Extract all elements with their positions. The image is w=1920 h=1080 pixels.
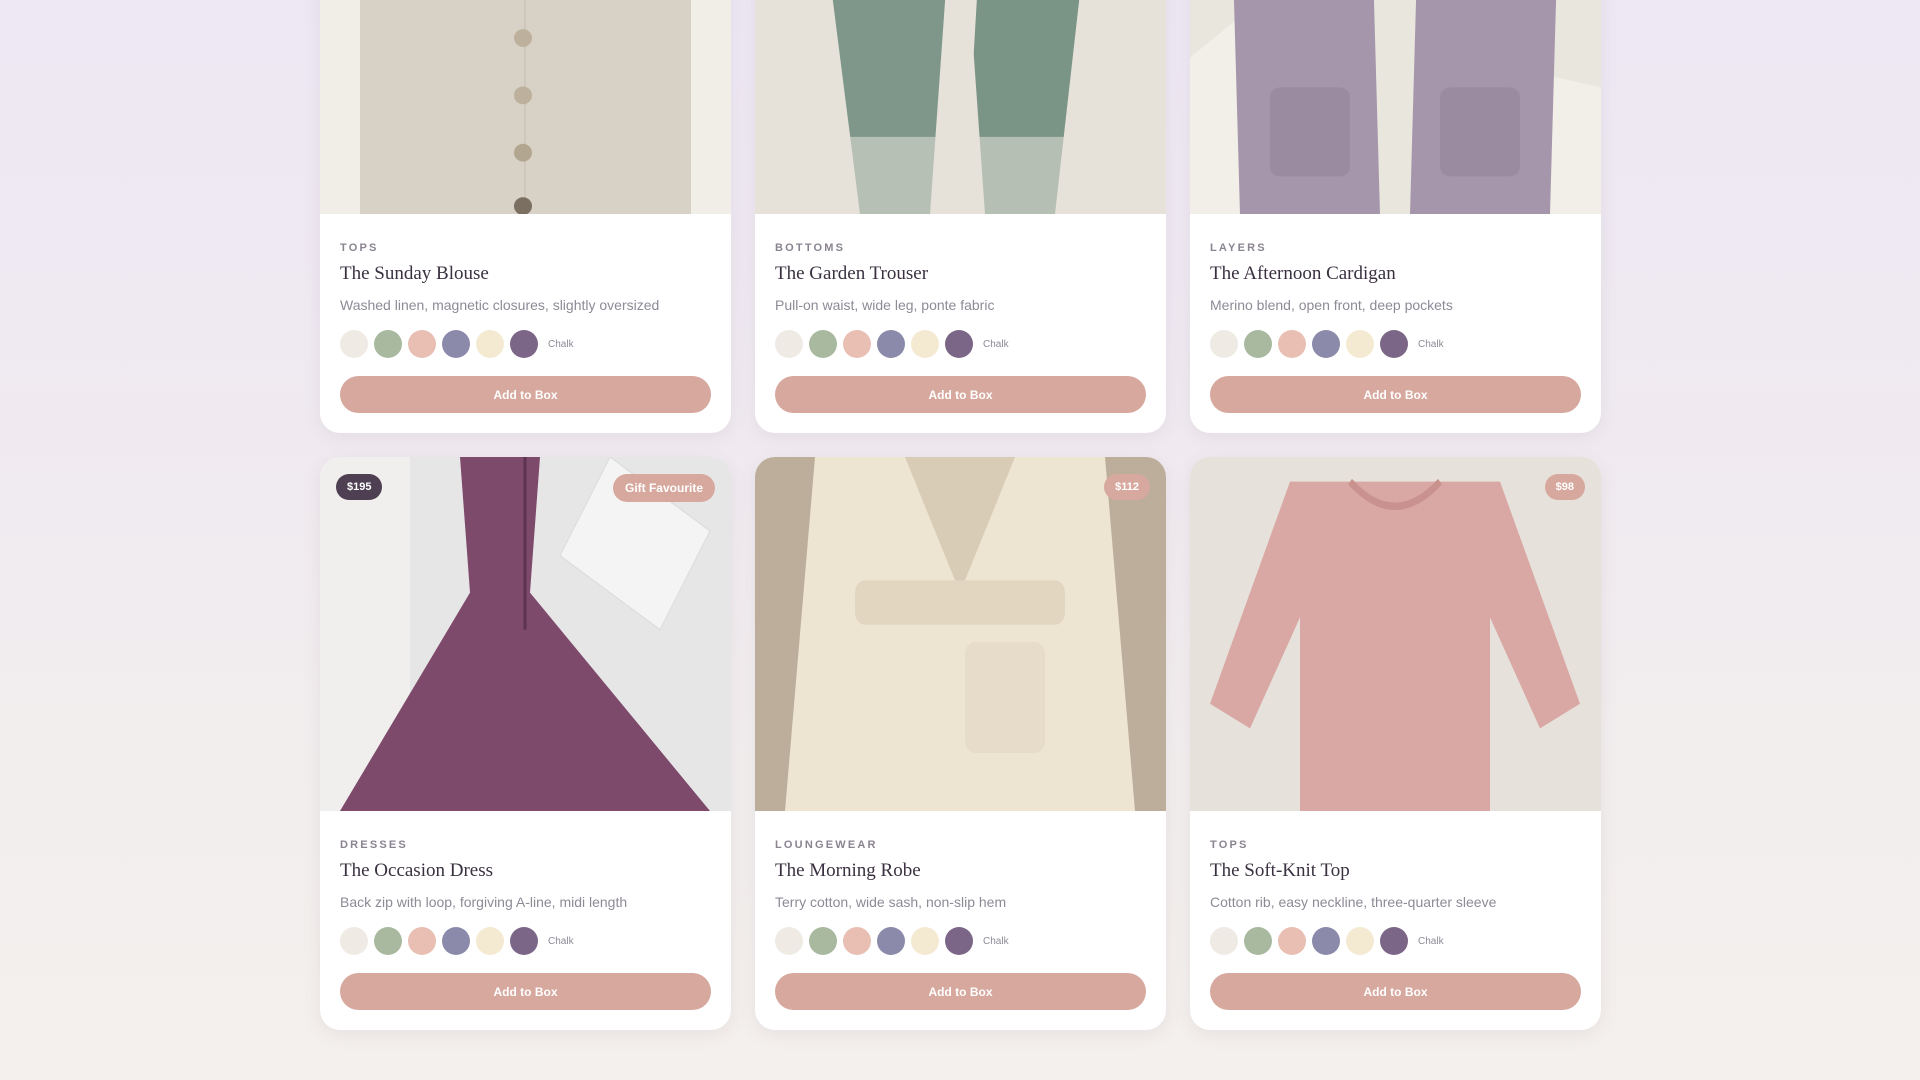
product-title[interactable]: The Soft-Knit Top [1210,860,1581,882]
product-description: Cotton rib, easy neckline, three-quarter… [1210,894,1497,910]
swatch-blush[interactable] [843,330,871,358]
swatch-chalk[interactable] [340,927,368,955]
swatch-blush[interactable] [843,927,871,955]
product-title[interactable]: The Sunday Blouse [340,263,711,285]
swatch-plum[interactable] [510,330,538,358]
add-to-box-button[interactable]: Add to Box [1210,973,1581,1010]
selected-color-label: Chalk [1418,935,1444,947]
add-to-box-button[interactable]: Add to Box [340,376,711,413]
swatch-plum[interactable] [1380,330,1408,358]
product-image-trouser[interactable] [755,0,1166,214]
product-card: TOPS The Sunday Blouse Washed linen, mag… [320,0,731,433]
swatch-chalk[interactable] [775,927,803,955]
product-title[interactable]: The Occasion Dress [340,860,711,882]
swatch-chalk[interactable] [1210,927,1238,955]
product-category: LOUNGEWEAR [775,839,878,851]
swatch-cream[interactable] [1346,927,1374,955]
add-to-box-button[interactable]: Add to Box [340,973,711,1010]
add-to-box-button[interactable]: Add to Box [1210,376,1581,413]
swatch-sage[interactable] [374,927,402,955]
swatch-periwinkle[interactable] [1312,330,1340,358]
swatch-cream[interactable] [1346,330,1374,358]
swatch-blush[interactable] [1278,330,1306,358]
color-swatches: Chalk [340,927,711,955]
swatch-plum[interactable] [510,927,538,955]
add-to-box-button[interactable]: Add to Box [775,376,1146,413]
product-image-cardigan[interactable] [1190,0,1601,214]
swatch-chalk[interactable] [340,330,368,358]
selected-color-label: Chalk [983,338,1009,350]
swatch-cream[interactable] [911,927,939,955]
swatch-sage[interactable] [1244,927,1272,955]
add-to-box-button[interactable]: Add to Box [775,973,1146,1010]
product-category: LAYERS [1210,242,1267,254]
swatch-blush[interactable] [1278,927,1306,955]
swatch-plum[interactable] [1380,927,1408,955]
product-category: DRESSES [340,839,408,851]
product-title[interactable]: The Garden Trouser [775,263,1146,285]
swatch-sage[interactable] [809,927,837,955]
swatch-plum[interactable] [945,927,973,955]
product-image-robe[interactable]: $112 [755,457,1166,811]
price-badge: $112 [1104,474,1150,500]
swatch-sage[interactable] [809,330,837,358]
swatch-sage[interactable] [1244,330,1272,358]
product-title[interactable]: The Morning Robe [775,860,1146,882]
product-grid: TOPS The Sunday Blouse Washed linen, mag… [320,0,1601,1030]
product-title[interactable]: The Afternoon Cardigan [1210,263,1581,285]
product-description: Back zip with loop, forgiving A-line, mi… [340,894,628,910]
price-badge: $98 [1544,474,1585,500]
product-category: TOPS [340,242,379,254]
product-image-knit-top[interactable]: $98 [1190,457,1601,811]
swatch-plum[interactable] [945,330,973,358]
color-swatches: Chalk [1210,927,1581,955]
product-card: LAYERS The Afternoon Cardigan Merino ble… [1190,0,1601,433]
product-description: Merino blend, open front, deep pockets [1210,297,1453,313]
product-card: $98 TOPS The Soft-Knit Top Cotton rib, e… [1190,457,1601,1030]
selected-color-label: Chalk [548,935,574,947]
swatch-blush[interactable] [408,330,436,358]
swatch-sage[interactable] [374,330,402,358]
product-description: Washed linen, magnetic closures, slightl… [340,297,660,313]
product-image-dress[interactable]: $195 Gift Favourite [320,457,731,811]
swatch-chalk[interactable] [1210,330,1238,358]
swatch-cream[interactable] [476,927,504,955]
color-swatches: Chalk [340,330,711,358]
price-badge: $195 [336,474,383,500]
swatch-blush[interactable] [408,927,436,955]
color-swatches: Chalk [1210,330,1581,358]
selected-color-label: Chalk [1418,338,1444,350]
product-image-blouse[interactable] [320,0,731,214]
swatch-periwinkle[interactable] [1312,927,1340,955]
selected-color-label: Chalk [548,338,574,350]
color-swatches: Chalk [775,927,1146,955]
product-card: $195 Gift Favourite DRESSES The Occasion… [320,457,731,1030]
gift-favourite-badge: Gift Favourite [612,474,715,502]
swatch-cream[interactable] [476,330,504,358]
product-description: Pull-on waist, wide leg, ponte fabric [775,297,995,313]
product-category: BOTTOMS [775,242,846,254]
product-card: BOTTOMS The Garden Trouser Pull-on waist… [755,0,1166,433]
swatch-periwinkle[interactable] [442,330,470,358]
product-description: Terry cotton, wide sash, non-slip hem [775,894,1007,910]
swatch-periwinkle[interactable] [442,927,470,955]
selected-color-label: Chalk [983,935,1009,947]
color-swatches: Chalk [775,330,1146,358]
product-card: $112 LOUNGEWEAR The Morning Robe Terry c… [755,457,1166,1030]
swatch-periwinkle[interactable] [877,927,905,955]
swatch-cream[interactable] [911,330,939,358]
swatch-chalk[interactable] [775,330,803,358]
product-category: TOPS [1210,839,1249,851]
swatch-periwinkle[interactable] [877,330,905,358]
